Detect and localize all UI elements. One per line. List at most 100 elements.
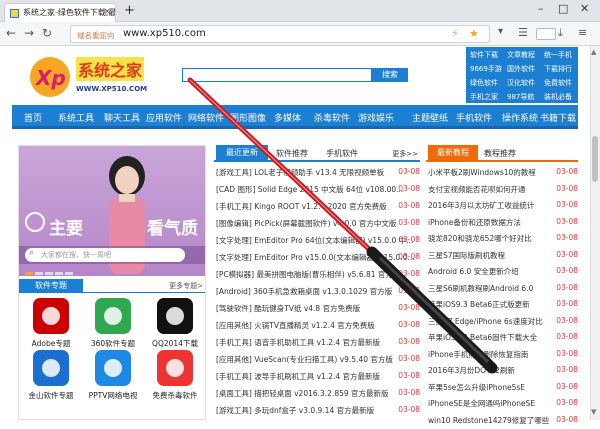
item-title[interactable]: [游戏工具] LOL老子视频助手 v13.4 无限视频单板 bbox=[216, 167, 384, 178]
nav-item[interactable]: 网络软件 bbox=[188, 111, 224, 124]
list-item[interactable]: 苹果5se怎么升级iPhone5sE 03-08 bbox=[428, 382, 578, 396]
list-item[interactable]: [PC模拟器] 最美拼图电脑版(曹乐相伴) v5.6.81 官方版 03-08 bbox=[216, 269, 420, 283]
scrollbar-thumb[interactable] bbox=[592, 136, 598, 182]
list-item[interactable]: win10 Redstone14279修复了哪些 03-08 bbox=[428, 415, 578, 429]
item-title[interactable]: [文字处理] EmEditor Pro v15.0.0(文本编辑器) v15.0… bbox=[216, 252, 415, 263]
site-search-button[interactable]: 搜索 bbox=[372, 68, 408, 82]
item-title[interactable]: 2016年3月份DOTA2刷新 bbox=[428, 365, 515, 376]
list-item[interactable]: [游戏工具] 多玩dnf盒子 v3.0.9.14 官方最新版 03-08 bbox=[216, 405, 420, 419]
list-item[interactable]: 支付宝视频能否花呗如何开通 03-08 bbox=[428, 184, 578, 198]
list-item[interactable]: [游戏工具] LOL老子视频助手 v13.4 无限视频单板 03-08 bbox=[216, 167, 420, 181]
list-item[interactable]: Android 6.0 安全更新介绍 03-08 bbox=[428, 266, 578, 280]
list-item[interactable]: [文字处理] EmEditor Pro 64位(文本编辑器) v15.0.0 中… bbox=[216, 235, 420, 249]
item-title[interactable]: 苹果iOS9.3 Beta6固件下载大全 bbox=[428, 332, 537, 343]
nav-item[interactable]: 应用软件 bbox=[146, 111, 182, 124]
item-title[interactable]: Android 6.0 安全更新介绍 bbox=[428, 266, 519, 277]
tab-mobile[interactable]: 手机软件 bbox=[326, 148, 358, 159]
list-item[interactable]: iPhoneSE是全网通吗iPhoneSE 03-08 bbox=[428, 398, 578, 412]
new-tab-button[interactable]: + bbox=[124, 3, 135, 18]
site-search-input[interactable] bbox=[182, 68, 372, 82]
item-title[interactable]: iPhone备份和还原数据方法 bbox=[428, 217, 521, 228]
site-logo[interactable]: Xp 系统之家 WWW.XP510.COM bbox=[28, 55, 158, 99]
topic-label[interactable]: PPTV网络电视 bbox=[83, 390, 143, 401]
topic-label[interactable]: 免费杀毒软件 bbox=[145, 390, 205, 401]
item-title[interactable]: 骁龙820和骁龙652哪个好对比 bbox=[428, 233, 532, 244]
item-title[interactable]: [图像编辑] PicPick(屏幕截图软件) v4.0.0 官方中文版 bbox=[216, 218, 396, 229]
item-title[interactable]: 三星S7国际版刷机教程 bbox=[428, 250, 505, 261]
quick-link[interactable]: 下载排行 bbox=[544, 64, 572, 74]
nav-item[interactable]: 游戏娱乐 bbox=[358, 111, 394, 124]
scroll-down-icon[interactable]: ▼ bbox=[591, 408, 596, 416]
item-title[interactable]: [应用其他] VueScan(专业扫描工具) v9.5.40 官方版 bbox=[216, 354, 393, 365]
item-title[interactable]: [PC模拟器] 最美拼图电脑版(曹乐相伴) v5.6.81 官方版 bbox=[216, 269, 400, 280]
item-title[interactable]: [手机工具] Kingo ROOT v1.2.4 2020 官方免费版 bbox=[216, 201, 387, 212]
nav-item[interactable]: 杀毒软件 bbox=[314, 111, 350, 124]
quick-link[interactable]: 免费软件 bbox=[544, 78, 572, 88]
item-title[interactable]: 苹果5se怎么升级iPhone5sE bbox=[428, 382, 525, 393]
forward-icon[interactable]: → bbox=[24, 26, 34, 40]
toolbar-search-icon[interactable] bbox=[536, 28, 556, 40]
list-item[interactable]: [图像编辑] PicPick(屏幕截图软件) v4.0.0 官方中文版 03-08 bbox=[216, 218, 420, 232]
list-item[interactable]: [手机工具] Kingo ROOT v1.2.4 2020 官方免费版 03-08 bbox=[216, 201, 420, 215]
banner-search-input[interactable]: 大家都在搜，快一周吧 bbox=[25, 248, 185, 262]
quick-link[interactable]: 国外软件 bbox=[507, 64, 535, 74]
quick-link[interactable]: 软件下载 bbox=[470, 50, 498, 60]
item-title[interactable]: [文字处理] EmEditor Pro 64位(文本编辑器) v15.0.0 中… bbox=[216, 235, 413, 246]
nav-item[interactable]: 手机软件 bbox=[456, 111, 492, 124]
nav-item[interactable]: 系统工具 bbox=[58, 111, 94, 124]
more-link[interactable]: 更多>> bbox=[392, 149, 418, 159]
tab-recommended-tutorials[interactable]: 教程推荐 bbox=[484, 148, 516, 159]
menu-icon[interactable]: ☰ bbox=[518, 26, 528, 39]
tab-recommended[interactable]: 软件推荐 bbox=[276, 148, 308, 159]
item-title[interactable]: 三星S7 Edge/iPhone 6s速度对比 bbox=[428, 316, 543, 327]
quick-link[interactable]: 987导航 bbox=[507, 92, 534, 102]
list-item[interactable]: [Android] 360手机急救箱桌面 v1.3.0.1029 官方版 03-0… bbox=[216, 286, 420, 300]
carousel-dot[interactable] bbox=[55, 272, 63, 275]
carousel-dot[interactable] bbox=[65, 272, 73, 275]
item-title[interactable]: iPhoneSE是全网通吗iPhoneSE bbox=[428, 398, 535, 409]
quick-link[interactable]: 手机之家 bbox=[470, 92, 498, 102]
item-title[interactable]: iPhone手机照片删除恢复指南 bbox=[428, 349, 528, 360]
item-title[interactable]: [驾驶软件] 酷玩健身TV纸 v4.8 官方免费版 bbox=[216, 303, 360, 314]
list-item[interactable]: 小米平板2刷Windows10的教程 03-08 bbox=[428, 167, 578, 181]
carousel-dot[interactable] bbox=[45, 272, 53, 275]
list-item[interactable]: 三星S7国际版刷机教程 03-08 bbox=[428, 250, 578, 264]
scroll-up-icon[interactable]: ▲ bbox=[591, 48, 596, 56]
dropdown-icon[interactable]: ▾ bbox=[498, 26, 503, 37]
quick-link[interactable]: 文章教程 bbox=[507, 50, 535, 60]
back-icon[interactable]: ← bbox=[6, 26, 16, 40]
bookmark-star-icon[interactable]: ★ bbox=[469, 27, 479, 40]
item-title[interactable]: 苹果iOS9.3 Beta6正式版更新 bbox=[428, 299, 530, 310]
list-item[interactable]: 2016年3月份DOTA2刷新 03-08 bbox=[428, 365, 578, 379]
antivirus-icon[interactable] bbox=[155, 348, 195, 388]
tab-latest-tutorials[interactable]: 最新教程 bbox=[428, 145, 478, 160]
list-item[interactable]: [CAD 图形] Solid Edge 2015 中文版 64位 v108.00… bbox=[216, 184, 420, 198]
address-url[interactable]: www.xp510.com bbox=[123, 28, 206, 39]
360-icon[interactable] bbox=[93, 296, 133, 336]
tab-software-topics[interactable]: 软件专题 bbox=[19, 279, 83, 293]
item-title[interactable]: [手机工具] 波导手机刷机工具 v1.2.4 官方最新版 bbox=[216, 371, 380, 382]
item-title[interactable]: [应用其他] 火锅TV直播精灵 v1.2.4 官方免费版 bbox=[216, 320, 375, 331]
nav-item[interactable]: 首页 bbox=[24, 111, 42, 124]
item-title[interactable]: win10 Redstone14279修复了哪些 bbox=[428, 415, 549, 426]
list-item[interactable]: 三星S6刷机教程刷Android 6.0 03-08 bbox=[428, 283, 578, 297]
pptv-icon[interactable] bbox=[93, 348, 133, 388]
promo-banner[interactable]: 主要 看气质 大家都在搜，快一周吧 bbox=[19, 146, 205, 276]
topic-label[interactable]: 金山软件专题 bbox=[21, 390, 81, 401]
kingsoft-icon[interactable] bbox=[31, 348, 71, 388]
nav-item[interactable]: 聊天工具 bbox=[104, 111, 140, 124]
list-item[interactable]: [驾驶软件] 酷玩健身TV纸 v4.8 官方免费版 03-08 bbox=[216, 303, 420, 317]
item-title[interactable]: [手机工具] 语音手机助机工具 v1.2.4 官方最新版 bbox=[216, 337, 380, 348]
carousel-dot[interactable] bbox=[35, 272, 43, 275]
list-item[interactable]: iPhone手机照片删除恢复指南 03-08 bbox=[428, 349, 578, 363]
maximize-icon[interactable]: □ bbox=[558, 2, 568, 15]
list-item[interactable]: [桌面工具] 描把轻桌面 v2016.3.2.859 官方最新版 03-08 bbox=[216, 388, 420, 402]
qq-icon[interactable] bbox=[155, 296, 195, 336]
page-scrollbar[interactable] bbox=[590, 46, 600, 420]
window-close-icon[interactable]: ✕ bbox=[580, 2, 589, 15]
list-item[interactable]: 三星S7 Edge/iPhone 6s速度对比 03-08 bbox=[428, 316, 578, 330]
list-item[interactable]: 2016年3月以太坊矿工收益统计 03-08 bbox=[428, 200, 578, 214]
nav-item[interactable]: 操作系统 bbox=[502, 111, 538, 124]
item-title[interactable]: 2016年3月以太坊矿工收益统计 bbox=[428, 200, 534, 211]
nav-item[interactable]: 书籍下载 bbox=[540, 111, 576, 124]
